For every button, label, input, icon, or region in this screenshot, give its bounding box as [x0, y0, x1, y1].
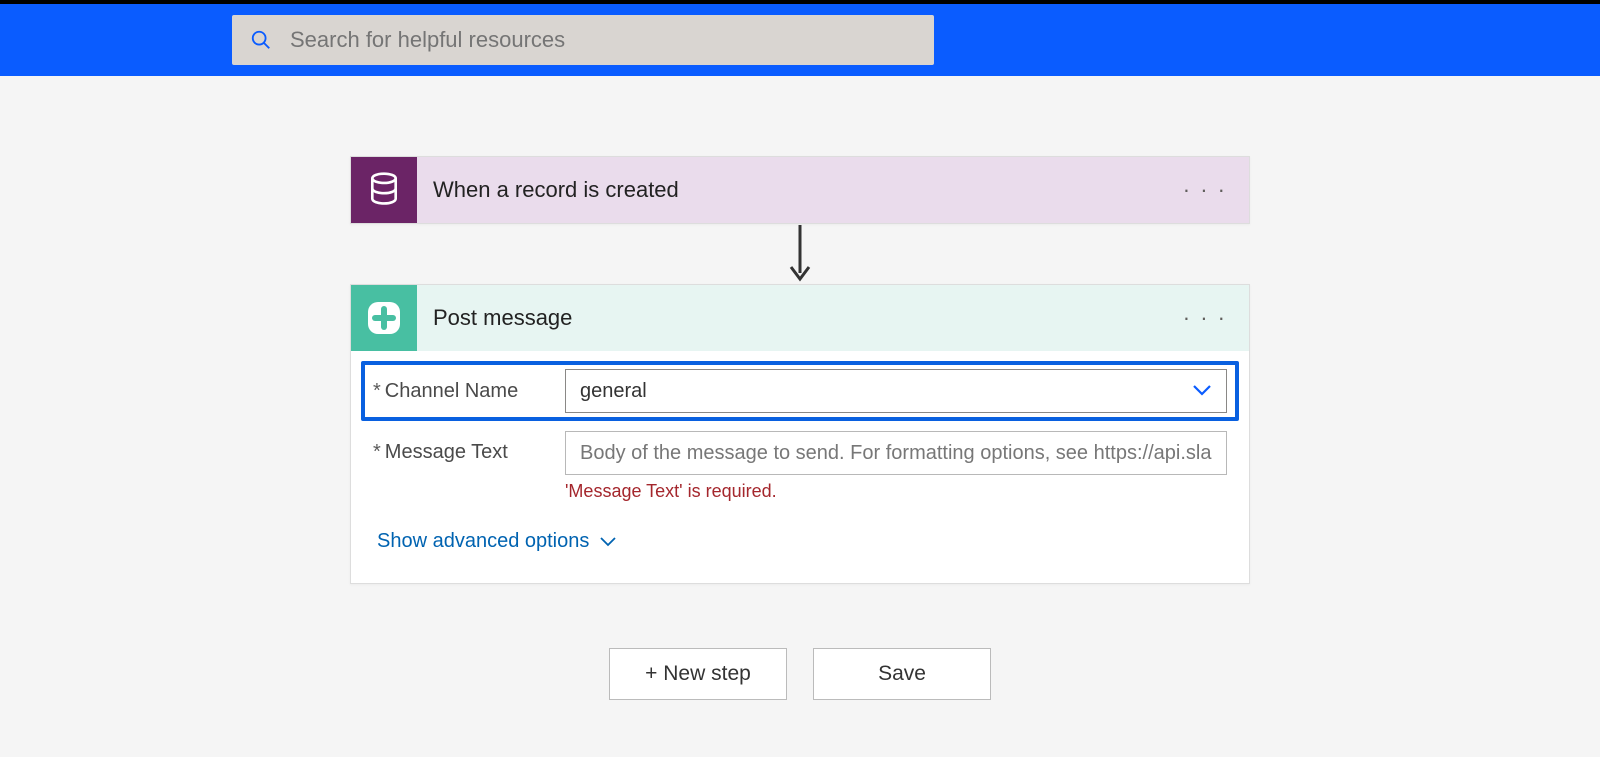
slack-icon — [351, 285, 417, 351]
message-row: * Message Text 'Message Text' is require… — [361, 421, 1239, 502]
action-title: Post message — [417, 305, 1183, 331]
show-advanced-options-link[interactable]: Show advanced options — [377, 530, 617, 553]
save-button[interactable]: Save — [813, 648, 991, 700]
trigger-header[interactable]: When a record is created · · · — [351, 157, 1249, 223]
action-more-button[interactable]: · · · — [1183, 305, 1249, 331]
flow-arrow — [788, 224, 812, 284]
chevron-down-icon — [599, 536, 617, 548]
channel-label-text: Channel Name — [385, 380, 518, 403]
advanced-row: Show advanced options — [361, 502, 1239, 553]
channel-value: general — [580, 380, 647, 403]
message-error: 'Message Text' is required. — [565, 481, 1227, 502]
database-icon — [351, 157, 417, 223]
action-card: Post message · · · * Channel Name genera… — [350, 284, 1250, 584]
message-label: * Message Text — [373, 431, 565, 464]
search-icon — [250, 29, 272, 51]
advanced-label: Show advanced options — [377, 530, 589, 553]
search-box[interactable] — [232, 15, 934, 65]
message-label-text: Message Text — [385, 441, 508, 464]
trigger-more-button[interactable]: · · · — [1183, 177, 1249, 203]
channel-dropdown[interactable]: general — [565, 369, 1227, 413]
top-bar — [0, 0, 1600, 76]
channel-row: * Channel Name general — [361, 361, 1239, 421]
trigger-card[interactable]: When a record is created · · · — [350, 156, 1250, 224]
action-body: * Channel Name general — [351, 351, 1249, 583]
required-asterisk: * — [373, 441, 381, 464]
search-input[interactable] — [290, 27, 934, 53]
new-step-button[interactable]: + New step — [609, 648, 787, 700]
chevron-down-icon — [1192, 380, 1212, 403]
flow-canvas: When a record is created · · · Post mess… — [0, 76, 1600, 700]
required-asterisk: * — [373, 380, 381, 403]
channel-label: * Channel Name — [373, 380, 565, 403]
trigger-title: When a record is created — [417, 177, 1183, 203]
action-header[interactable]: Post message · · · — [351, 285, 1249, 351]
message-text-input[interactable] — [565, 431, 1227, 475]
action-buttons: + New step Save — [609, 648, 991, 700]
